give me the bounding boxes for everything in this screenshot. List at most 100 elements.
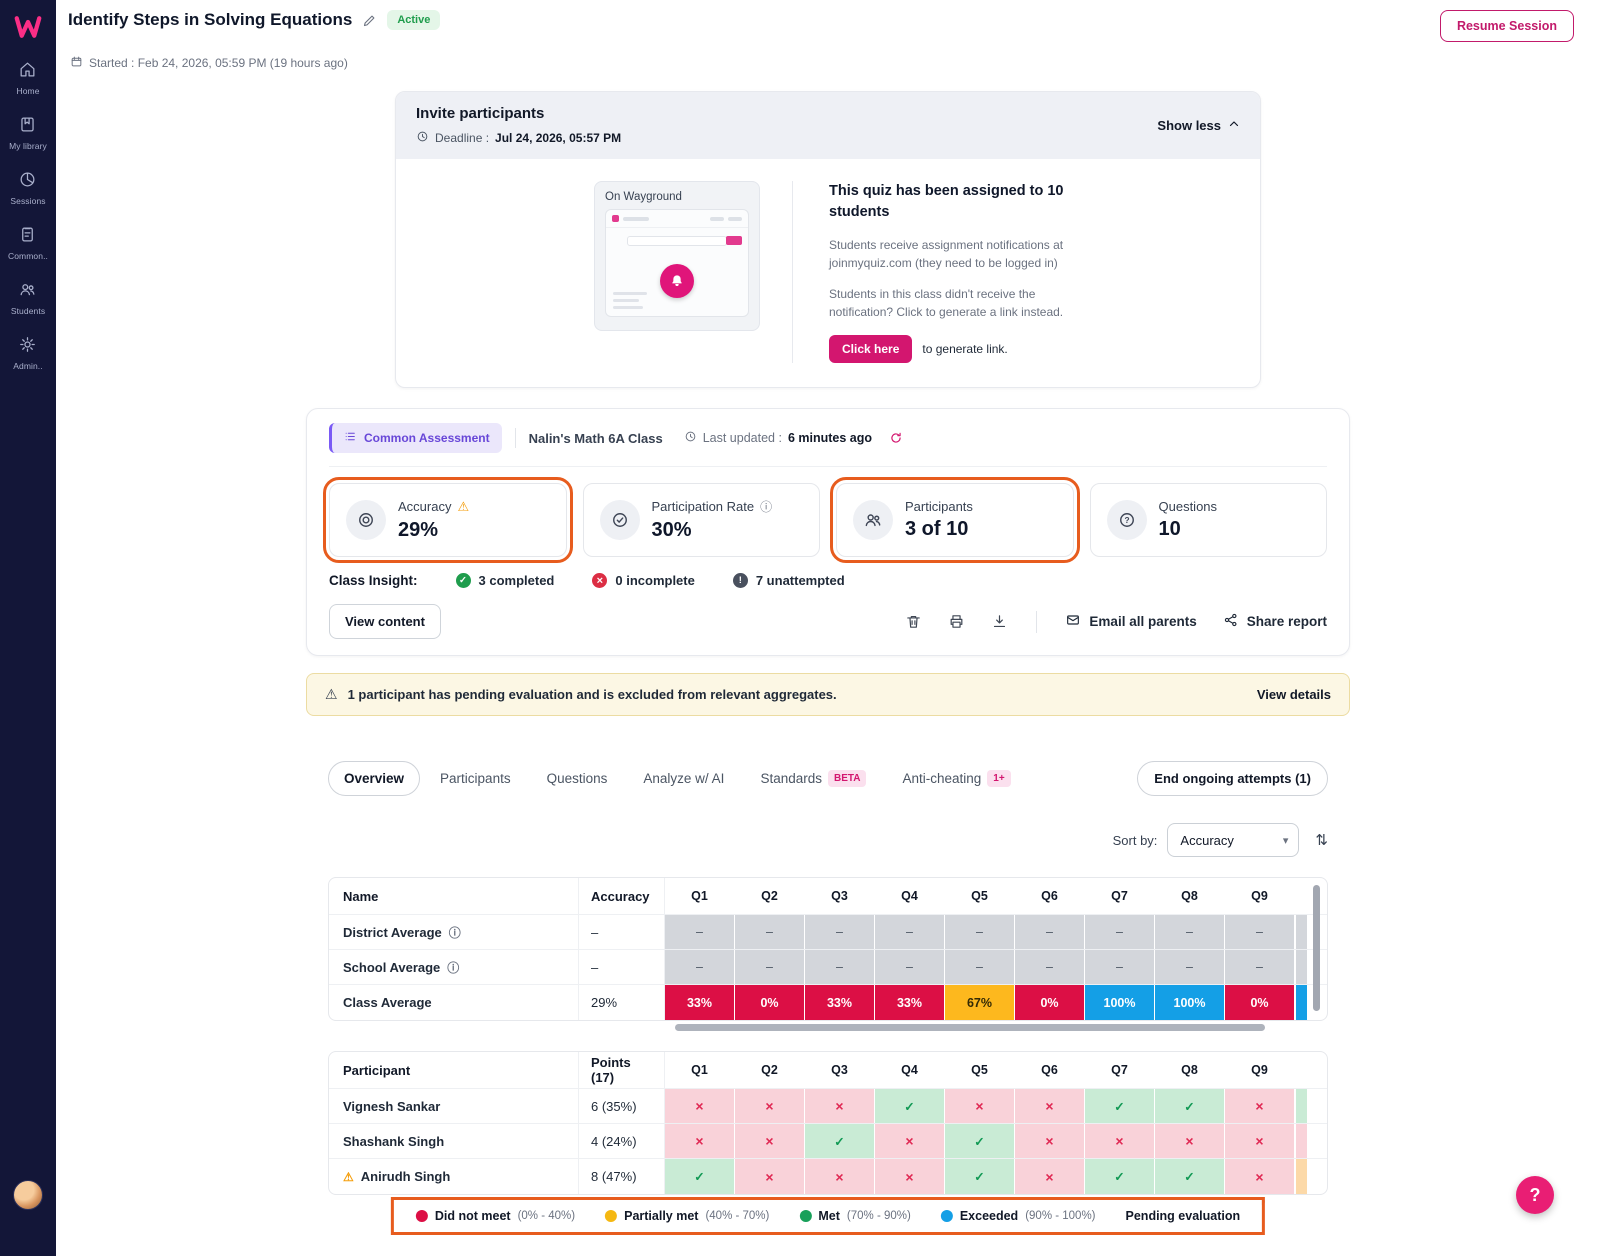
score-cell: – bbox=[1015, 915, 1085, 950]
page-title: Identify Steps in Solving Equations bbox=[68, 10, 353, 29]
score-cell: – bbox=[875, 950, 945, 985]
end-ongoing-attempts-button[interactable]: End ongoing attempts (1) bbox=[1137, 761, 1328, 797]
view-content-button[interactable]: View content bbox=[329, 604, 441, 640]
column-header-q: Q9 bbox=[1251, 1063, 1268, 1078]
started-timestamp: Started : Feb 24, 2026, 05:59 PM (19 hou… bbox=[70, 55, 1600, 71]
share-icon bbox=[1223, 612, 1239, 631]
score-cell: 33% bbox=[875, 985, 945, 1021]
info-icon[interactable]: ⓘ bbox=[447, 959, 459, 976]
table-header-row: Name Accuracy Q1 Q2 Q3 Q4 Q5 Q6 Q7 Q8 Q9 bbox=[329, 878, 1327, 916]
horizontal-scrollbar[interactable] bbox=[675, 1024, 1265, 1032]
sessions-icon bbox=[18, 170, 37, 192]
sidebar-item-my-library[interactable]: My library bbox=[8, 115, 48, 151]
answer-cell bbox=[1225, 1159, 1295, 1195]
tab-standards[interactable]: Standards BETA bbox=[744, 760, 882, 797]
score-cell: – bbox=[735, 950, 805, 985]
column-header-q: Q4 bbox=[901, 1063, 918, 1078]
click-here-button[interactable]: Click here bbox=[829, 335, 913, 364]
check-circle-icon bbox=[599, 500, 640, 541]
resume-session-button[interactable]: Resume Session bbox=[1439, 10, 1574, 42]
answer-cell bbox=[1085, 1089, 1155, 1124]
participant-row: Vignesh Sankar 6 (35%) bbox=[329, 1089, 1327, 1125]
check-circle-icon bbox=[455, 573, 471, 589]
generate-link-suffix: to generate link. bbox=[922, 342, 1008, 357]
participant-row: ⚠ Anirudh Singh 8 (47%) bbox=[329, 1159, 1327, 1195]
wayground-logo-icon[interactable] bbox=[13, 12, 43, 38]
tab-anti-cheating[interactable]: Anti-cheating 1+ bbox=[886, 760, 1026, 797]
participant-name[interactable]: ⚠ Anirudh Singh bbox=[329, 1159, 579, 1195]
stat-card-participants: Participants 3 of 10 bbox=[830, 477, 1080, 564]
answer-cell bbox=[945, 1159, 1015, 1195]
legend-partially-met: Partially met (40% - 70%) bbox=[605, 1209, 769, 1223]
tab-overview[interactable]: Overview bbox=[328, 761, 421, 797]
sidebar-item-label: Students bbox=[10, 306, 46, 316]
assessment-actions-row: View content Email all parents Share rep… bbox=[329, 604, 1327, 640]
warning-icon: ⚠ bbox=[325, 686, 338, 703]
answer-cell bbox=[875, 1159, 945, 1195]
sidebar-item-label: Home bbox=[16, 86, 40, 96]
participant-name[interactable]: Vignesh Sankar bbox=[329, 1089, 579, 1124]
assigned-heading: This quiz has been assigned to 10 studen… bbox=[829, 183, 1064, 221]
answer-cell bbox=[875, 1089, 945, 1124]
tab-participants[interactable]: Participants bbox=[424, 761, 527, 796]
warning-icon: ⚠ bbox=[343, 1169, 354, 1184]
participant-points: 8 (47%) bbox=[579, 1159, 665, 1195]
alert-circle-icon bbox=[732, 573, 748, 589]
sidebar-item-common[interactable]: Common.. bbox=[8, 225, 48, 261]
clipped-cell bbox=[1295, 1089, 1307, 1124]
share-report-button[interactable]: Share report bbox=[1223, 612, 1327, 631]
column-header-q: Q6 bbox=[1041, 889, 1058, 904]
info-icon[interactable]: ⓘ bbox=[760, 498, 772, 515]
page-header: Identify Steps in Solving Equations Acti… bbox=[56, 0, 1600, 42]
score-cell: – bbox=[1155, 950, 1225, 985]
user-avatar[interactable] bbox=[13, 1180, 43, 1210]
answer-cell bbox=[805, 1159, 875, 1195]
stat-card-participation-rate: Participation Rate ⓘ 30% bbox=[582, 483, 820, 558]
answer-cell bbox=[735, 1089, 805, 1124]
answer-cell bbox=[945, 1124, 1015, 1159]
divider bbox=[1036, 610, 1038, 633]
sort-select[interactable]: Accuracy ▾ bbox=[1167, 823, 1300, 858]
legend-dot bbox=[940, 1210, 953, 1222]
sidebar-nav: Home My library Sessions Common.. Studen… bbox=[8, 60, 48, 390]
sidebar-item-students[interactable]: Students bbox=[8, 280, 48, 316]
email-all-parents-button[interactable]: Email all parents bbox=[1065, 612, 1197, 631]
score-cell: – bbox=[1015, 950, 1085, 985]
download-icon[interactable] bbox=[991, 613, 1008, 630]
divider bbox=[792, 181, 793, 364]
refresh-icon[interactable] bbox=[889, 431, 903, 445]
answer-cell bbox=[665, 1124, 735, 1159]
edit-icon[interactable] bbox=[362, 13, 377, 28]
trash-icon[interactable] bbox=[905, 613, 922, 630]
tab-analyze-ai[interactable]: Analyze w/ AI bbox=[627, 761, 740, 796]
printer-icon[interactable] bbox=[948, 613, 965, 630]
x-circle-icon bbox=[592, 573, 608, 589]
clipboard-icon bbox=[18, 225, 37, 247]
vertical-scrollbar[interactable] bbox=[1313, 885, 1320, 1012]
tab-questions[interactable]: Questions bbox=[531, 761, 624, 796]
info-icon[interactable]: ⓘ bbox=[449, 924, 461, 941]
help-button[interactable]: ? bbox=[1516, 1176, 1554, 1214]
score-cell: – bbox=[665, 915, 735, 950]
score-cell: 0% bbox=[1225, 985, 1295, 1021]
home-icon bbox=[18, 60, 37, 82]
column-header-q: Q5 bbox=[971, 1063, 988, 1078]
legend-exceeded: Exceeded (90% - 100%) bbox=[940, 1209, 1096, 1223]
answer-cell bbox=[1155, 1124, 1225, 1159]
sort-direction-button[interactable]: ⇅ bbox=[1315, 831, 1328, 849]
clipped-cell bbox=[1295, 1124, 1307, 1159]
sidebar-item-sessions[interactable]: Sessions bbox=[8, 170, 48, 206]
participant-points: 4 (24%) bbox=[579, 1124, 665, 1159]
answer-cell bbox=[1015, 1159, 1085, 1195]
participant-name[interactable]: Shashank Singh bbox=[329, 1124, 579, 1159]
view-details-button[interactable]: View details bbox=[1257, 687, 1331, 702]
score-cell: – bbox=[945, 915, 1015, 950]
column-header-q: Q1 bbox=[691, 889, 708, 904]
score-cell: – bbox=[1085, 950, 1155, 985]
sidebar-item-home[interactable]: Home bbox=[8, 60, 48, 96]
sidebar-item-admin[interactable]: Admin.. bbox=[8, 335, 48, 371]
deadline-value: Jul 24, 2026, 05:57 PM bbox=[495, 131, 622, 145]
participant-points: 6 (35%) bbox=[579, 1089, 665, 1124]
score-cell: – bbox=[735, 915, 805, 950]
show-less-button[interactable]: Show less bbox=[1157, 118, 1240, 133]
